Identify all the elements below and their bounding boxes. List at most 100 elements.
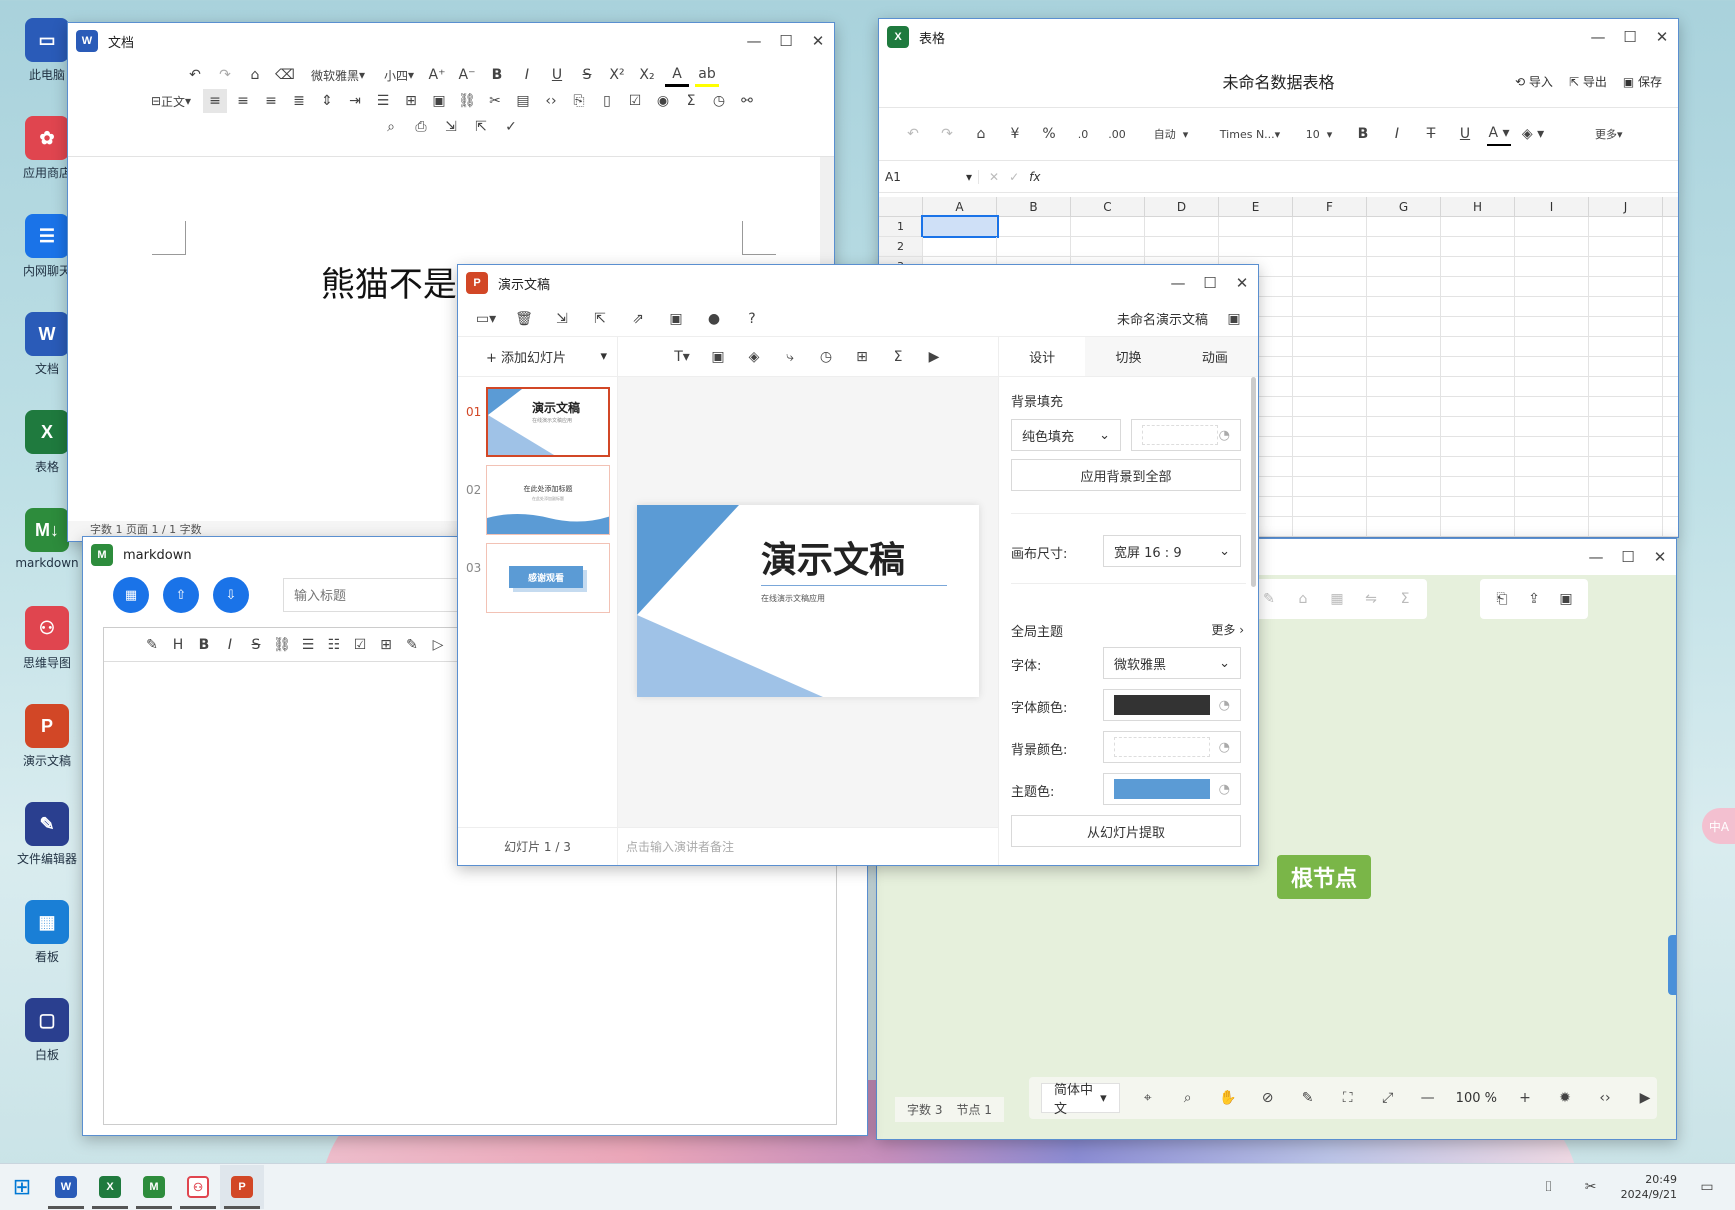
cell[interactable] xyxy=(1219,217,1293,236)
align-justify-icon[interactable]: ≣ xyxy=(287,89,311,113)
list-icon[interactable]: ☰ xyxy=(371,89,395,113)
cell[interactable] xyxy=(1589,337,1663,356)
taskbar-word[interactable]: W xyxy=(44,1165,88,1209)
export-button[interactable]: ⇱ 导出 xyxy=(1569,73,1607,90)
highlight-icon[interactable]: ab xyxy=(695,63,719,87)
code-block-icon[interactable]: ▤ xyxy=(511,89,535,113)
cell[interactable] xyxy=(923,237,997,256)
column-header[interactable]: F xyxy=(1293,197,1367,216)
cell[interactable] xyxy=(1515,397,1589,416)
tab-design[interactable]: 设计 xyxy=(999,337,1086,376)
cell[interactable] xyxy=(1515,477,1589,496)
delete-icon[interactable]: 🗑 xyxy=(512,307,536,331)
italic-icon[interactable]: I xyxy=(218,633,242,657)
cell[interactable] xyxy=(1293,217,1367,236)
save-icon[interactable]: ▣ xyxy=(1554,587,1578,611)
cell[interactable] xyxy=(1293,437,1367,456)
cell[interactable] xyxy=(1367,317,1441,336)
bullet-list-icon[interactable]: ☰ xyxy=(296,633,320,657)
font-shrink-icon[interactable]: A⁻ xyxy=(455,63,479,87)
column-header[interactable]: J xyxy=(1589,197,1663,216)
cell[interactable] xyxy=(1589,297,1663,316)
menu-button[interactable]: ▦ xyxy=(113,577,149,613)
text-icon[interactable]: T▾ xyxy=(670,345,694,369)
new-file-icon[interactable]: ⎗ xyxy=(1490,587,1514,611)
cell[interactable] xyxy=(1367,397,1441,416)
subscript-icon[interactable]: X₂ xyxy=(635,63,659,87)
cell[interactable] xyxy=(1145,217,1219,236)
import-icon[interactable]: ⇲ xyxy=(550,307,574,331)
underline-icon[interactable]: U xyxy=(1453,122,1477,146)
tag-icon[interactable]: ⌂ xyxy=(1291,587,1315,611)
page-break-icon[interactable]: ⎘ xyxy=(567,89,591,113)
export-icon[interactable]: ⇱ xyxy=(469,115,493,139)
cell[interactable] xyxy=(1441,357,1515,376)
cell[interactable] xyxy=(1515,417,1589,436)
line-height-icon[interactable]: ⇕ xyxy=(315,89,339,113)
line-icon[interactable]: ⤷ xyxy=(778,345,802,369)
edit-mode-icon[interactable]: ✎ xyxy=(400,633,424,657)
ppt-doc-name[interactable]: 未命名演示文稿 xyxy=(1117,309,1208,328)
cell[interactable] xyxy=(1515,237,1589,256)
cell[interactable] xyxy=(1293,357,1367,376)
maximize-button[interactable]: ☐ xyxy=(770,25,802,57)
language-select[interactable]: 简体中文 ▾ xyxy=(1041,1083,1120,1117)
cell[interactable] xyxy=(1589,457,1663,476)
cancel-icon[interactable]: ✕ xyxy=(989,170,999,184)
cell[interactable] xyxy=(1293,377,1367,396)
cell[interactable] xyxy=(1293,317,1367,336)
number-format-select[interactable]: 自动 ▾ xyxy=(1139,122,1203,146)
download-button[interactable]: ⇩ xyxy=(213,577,249,613)
cell[interactable] xyxy=(1441,317,1515,336)
cell[interactable] xyxy=(1367,517,1441,536)
cell[interactable] xyxy=(1293,477,1367,496)
link-icon[interactable]: ⛓ xyxy=(270,633,294,657)
undo-icon[interactable]: ↶ xyxy=(183,63,207,87)
bg-color-picker-theme[interactable]: ◔ xyxy=(1103,731,1241,763)
cell[interactable] xyxy=(1515,377,1589,396)
table-icon[interactable]: ⊞ xyxy=(850,345,874,369)
cell[interactable] xyxy=(1515,297,1589,316)
github-icon[interactable]: ● xyxy=(702,307,726,331)
title-input[interactable] xyxy=(283,578,483,612)
underline-icon[interactable]: U xyxy=(545,63,569,87)
theme-more-link[interactable]: 更多 › xyxy=(1211,621,1244,638)
eraser-icon[interactable]: ⌫ xyxy=(273,63,297,87)
cell[interactable] xyxy=(1367,417,1441,436)
cell[interactable] xyxy=(1071,237,1145,256)
help-icon[interactable]: ? xyxy=(740,307,764,331)
column-header[interactable]: C xyxy=(1071,197,1145,216)
cell[interactable] xyxy=(1367,257,1441,276)
cell[interactable] xyxy=(1589,357,1663,376)
maximize-button[interactable]: ☐ xyxy=(1614,21,1646,53)
print-icon[interactable]: ⎙ xyxy=(409,115,433,139)
notes-input[interactable]: 点击输入演讲者备注 xyxy=(618,827,998,865)
bold-icon[interactable]: B xyxy=(485,63,509,87)
font-size-select[interactable]: 小四 ▾ xyxy=(379,63,419,87)
canvas-size-select[interactable]: 宽屏 16 : 9 ⌄ xyxy=(1103,535,1241,567)
cell[interactable] xyxy=(1441,237,1515,256)
code-icon[interactable]: ‹› xyxy=(539,89,563,113)
scrollbar[interactable] xyxy=(1251,377,1256,587)
navigator-icon[interactable]: ⊘ xyxy=(1256,1086,1280,1110)
table-icon[interactable]: ⊞ xyxy=(399,89,423,113)
import-icon[interactable]: ⇲ xyxy=(439,115,463,139)
image-icon[interactable]: ▣ xyxy=(427,89,451,113)
watermark-icon[interactable]: ▯ xyxy=(595,89,619,113)
column-header[interactable]: E xyxy=(1219,197,1293,216)
tab-transition[interactable]: 切换 xyxy=(1085,337,1171,376)
align-left-icon[interactable]: ≡ xyxy=(203,89,227,113)
maximize-button[interactable]: ☐ xyxy=(1194,267,1226,299)
cell[interactable] xyxy=(1589,257,1663,276)
cell[interactable] xyxy=(1367,277,1441,296)
root-node[interactable]: 根节点 xyxy=(1277,855,1372,899)
cell[interactable] xyxy=(1441,397,1515,416)
search-icon[interactable]: ⌕ xyxy=(1176,1086,1200,1110)
cell[interactable] xyxy=(1367,457,1441,476)
cell[interactable] xyxy=(1293,517,1367,536)
cell[interactable] xyxy=(1441,417,1515,436)
style-select[interactable]: ⊟ 正文 ▾ xyxy=(143,89,199,113)
format-painter-icon[interactable]: ⌂ xyxy=(243,63,267,87)
table-icon[interactable]: ⊞ xyxy=(374,633,398,657)
side-handle[interactable] xyxy=(1668,935,1676,995)
